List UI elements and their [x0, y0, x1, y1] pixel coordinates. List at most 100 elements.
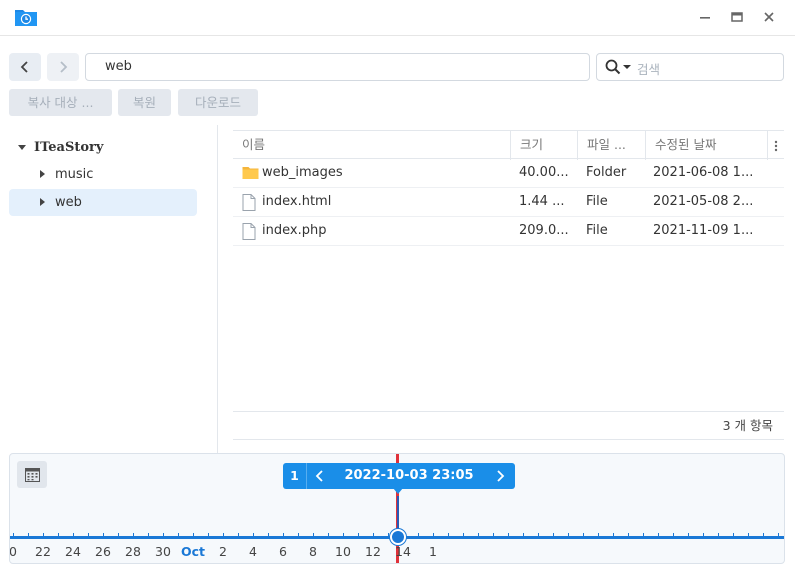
timeline-handle[interactable]	[390, 529, 406, 545]
file-type: Folder	[586, 165, 627, 180]
column-header-name[interactable]: 이름	[233, 131, 511, 160]
timeline-tick	[673, 533, 674, 536]
timeline-tick-label: 0	[9, 544, 17, 559]
calendar-icon	[24, 467, 40, 482]
timeline-tick	[658, 533, 659, 536]
file-modified: 2021-11-09 1...	[653, 223, 754, 238]
pane-divider[interactable]	[217, 125, 218, 453]
column-menu-icon[interactable]	[768, 131, 784, 160]
folder-icon	[242, 165, 259, 181]
timeline-tick-label: 8	[309, 544, 317, 559]
timeline-tick	[283, 533, 284, 536]
tree-root-label: ITeaStory	[34, 139, 104, 155]
expand-icon[interactable]	[18, 144, 26, 150]
timeline-tick	[103, 533, 104, 536]
timeline-tick	[178, 533, 179, 536]
timeline-tick	[118, 533, 119, 536]
file-size: 1.44 ...	[519, 194, 565, 209]
timeline-tick	[703, 533, 704, 536]
timeline-tick-label: 6	[279, 544, 287, 559]
timeline-tick	[193, 533, 194, 536]
table-row[interactable]: index.php 209.0... File 2021-11-09 1...	[233, 217, 784, 246]
timeline-tick	[763, 533, 764, 536]
close-icon[interactable]	[758, 6, 780, 28]
timeline-tick	[343, 533, 344, 536]
tree-item-web[interactable]: web	[9, 189, 197, 216]
tree-root[interactable]: ITeaStory	[18, 137, 103, 157]
column-header-type[interactable]: 파일 ...	[578, 131, 646, 160]
tree-item-music[interactable]: music	[9, 161, 197, 188]
column-header-size[interactable]: 크기	[511, 131, 578, 160]
collapse-icon[interactable]	[40, 170, 45, 178]
back-button[interactable]	[9, 53, 41, 81]
timeline-tick-label: 1	[429, 544, 437, 559]
timeline-tick	[613, 533, 614, 536]
version-timeline[interactable]: 1 2022-10-03 23:05 0 22 24 26 28 30 Oct 2 4 6 8 10 1…	[9, 453, 785, 564]
calendar-button[interactable]	[17, 461, 47, 488]
timeline-tick	[538, 533, 539, 536]
timeline-tick	[733, 533, 734, 536]
file-modified: 2021-05-08 2...	[653, 194, 754, 209]
timeline-tick-label: 30	[155, 544, 171, 559]
timeline-tick	[433, 533, 434, 536]
table-row[interactable]: index.html 1.44 ... File 2021-05-08 2...	[233, 188, 784, 217]
timeline-tick	[718, 533, 719, 536]
file-icon	[242, 194, 258, 211]
timeline-tick	[388, 533, 389, 536]
file-name: index.html	[262, 194, 332, 209]
timeline-tick	[508, 533, 509, 536]
forward-button[interactable]	[47, 53, 79, 81]
chevron-down-icon[interactable]	[623, 65, 631, 69]
file-type: File	[586, 223, 608, 238]
timeline-tick	[148, 533, 149, 536]
timeline-tick	[223, 533, 224, 536]
timeline-tick	[28, 533, 29, 536]
chevron-right-icon[interactable]	[493, 469, 507, 483]
column-header-modified[interactable]: 수정된 날짜	[646, 131, 768, 160]
title-bar	[0, 0, 795, 36]
collapse-icon[interactable]	[40, 198, 45, 206]
timeline-tick	[373, 533, 374, 536]
timeline-tick	[328, 533, 329, 536]
download-button[interactable]: 다운로드	[178, 89, 258, 116]
timeline-tick	[58, 533, 59, 536]
timeline-tick	[208, 533, 209, 536]
file-icon	[242, 223, 258, 240]
timeline-tick	[688, 533, 689, 536]
timeline-tick	[568, 533, 569, 536]
tree-item-label: web	[55, 195, 82, 210]
timeline-tick	[523, 533, 524, 536]
timeline-tick	[238, 533, 239, 536]
maximize-icon[interactable]	[726, 6, 748, 28]
timeline-tick	[418, 533, 419, 536]
timeline-tick	[553, 533, 554, 536]
search-input[interactable]: 검색	[596, 53, 784, 81]
timeline-tick-label: Oct	[180, 544, 206, 559]
chevron-left-icon	[20, 61, 28, 73]
timeline-tick	[448, 533, 449, 536]
minimize-icon[interactable]	[694, 6, 716, 28]
version-navigator: 1 2022-10-03 23:05	[283, 463, 515, 489]
timeline-tick	[43, 533, 44, 536]
timeline-tick-label: 4	[249, 544, 257, 559]
chevron-right-icon	[60, 61, 68, 73]
current-version-datetime: 2022-10-03 23:05	[344, 468, 474, 483]
path-input[interactable]: web	[85, 53, 590, 81]
timeline-tick	[73, 533, 74, 536]
timeline-tick	[88, 533, 89, 536]
timeline-tick	[628, 533, 629, 536]
timeline-tick	[313, 533, 314, 536]
restore-button[interactable]: 복원	[118, 89, 171, 116]
timeline-tick	[748, 533, 749, 536]
chevron-left-icon[interactable]	[313, 469, 327, 483]
search-placeholder: 검색	[637, 62, 661, 77]
timeline-tick-label: 2	[219, 544, 227, 559]
table-row[interactable]: web_images 40.00... Folder 2021-06-08 1.…	[233, 159, 784, 188]
copy-to-button[interactable]: 복사 대상 ...	[9, 89, 112, 116]
file-size: 209.0...	[519, 223, 569, 238]
timeline-tick	[268, 533, 269, 536]
file-name: index.php	[262, 223, 327, 238]
navigator-pointer	[393, 488, 403, 494]
timeline-tick	[253, 533, 254, 536]
timeline-tick	[778, 533, 779, 536]
